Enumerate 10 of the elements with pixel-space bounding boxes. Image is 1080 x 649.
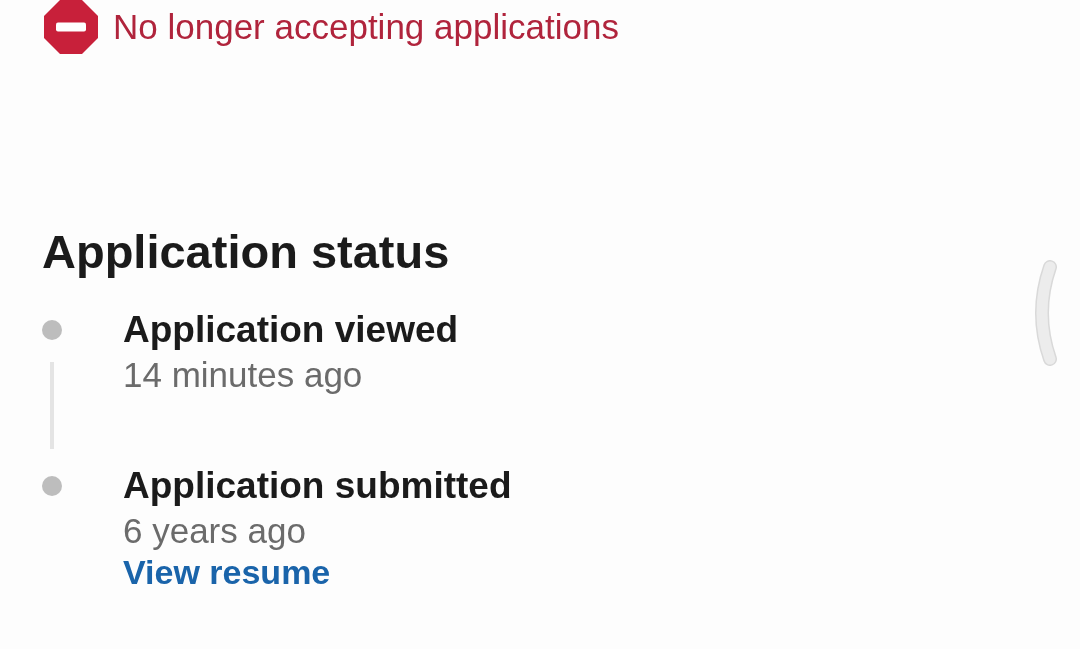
event-time: 6 years ago xyxy=(123,510,306,552)
view-resume-link[interactable]: View resume xyxy=(123,553,331,591)
timeline-dot-icon xyxy=(42,476,62,496)
no-entry-icon xyxy=(44,0,98,54)
section-title: Application status xyxy=(42,225,450,279)
event-title: Application viewed xyxy=(123,308,459,352)
event-time: 14 minutes ago xyxy=(123,354,363,396)
closed-notice: No longer accepting applications xyxy=(113,7,619,47)
timeline-dot-icon xyxy=(42,320,62,340)
event-title: Application submitted xyxy=(123,464,512,508)
